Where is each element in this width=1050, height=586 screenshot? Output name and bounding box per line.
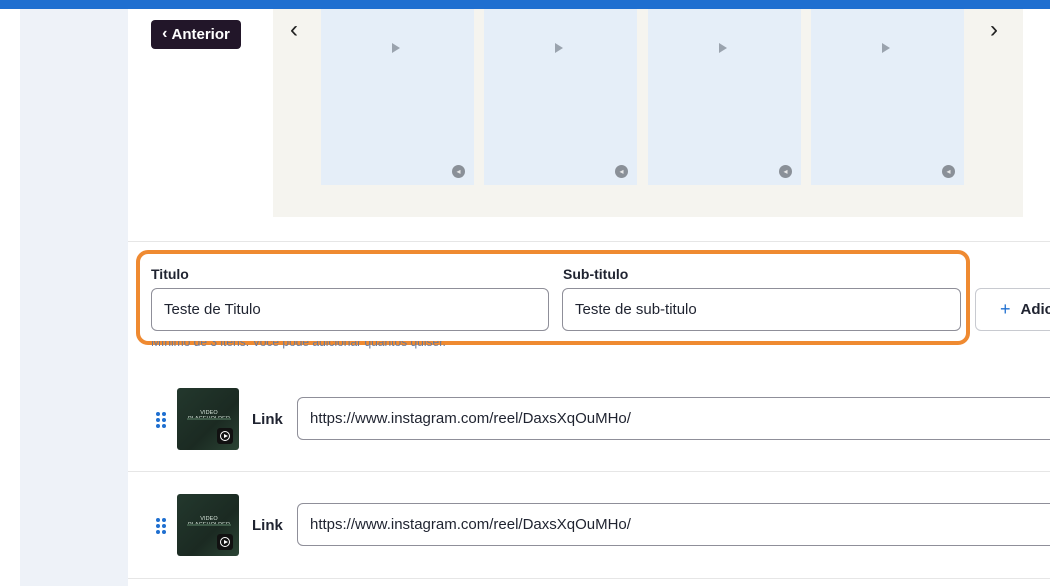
left-panel xyxy=(20,9,128,586)
subtitle-input[interactable] xyxy=(562,288,961,331)
top-bar xyxy=(0,0,1050,9)
add-button[interactable]: + Adic xyxy=(975,288,1050,331)
row-divider xyxy=(128,471,1050,472)
drag-handle-icon[interactable] xyxy=(156,412,168,428)
mute-icon[interactable]: ◂ xyxy=(615,165,628,178)
add-button-label: Adic xyxy=(1020,301,1050,318)
row-divider xyxy=(128,578,1050,579)
title-label: Titulo xyxy=(151,266,189,282)
chevron-left-icon[interactable]: ‹ xyxy=(290,18,298,42)
mute-icon[interactable]: ◂ xyxy=(779,165,792,178)
carousel-video-4[interactable]: ◂ xyxy=(811,9,964,185)
thumbnail-text: VIDEO PLACEHOLDER xyxy=(188,410,230,422)
link-label: Link xyxy=(252,411,283,428)
title-input[interactable] xyxy=(151,288,549,331)
chevron-left-icon: ‹ xyxy=(162,25,168,42)
plus-icon: + xyxy=(1000,299,1011,319)
items-hint-text: Mínimo de 3 itens. Você pode adicionar q… xyxy=(151,341,446,349)
left-edge xyxy=(0,9,20,586)
play-icon[interactable] xyxy=(555,43,563,53)
play-icon xyxy=(217,428,233,444)
video-thumbnail: VIDEO PLACEHOLDER xyxy=(177,388,239,450)
mute-icon[interactable]: ◂ xyxy=(452,165,465,178)
subtitle-label: Sub-titulo xyxy=(563,266,629,282)
carousel-video-3[interactable]: ◂ xyxy=(648,9,801,185)
chevron-right-icon[interactable]: › xyxy=(990,18,998,42)
items-hint: Mínimo de 3 itens. Você pode adicionar q… xyxy=(151,341,446,351)
play-icon[interactable] xyxy=(392,43,400,53)
play-icon xyxy=(217,534,233,550)
video-thumbnail: VIDEO PLACEHOLDER xyxy=(177,494,239,556)
carousel-video-1[interactable]: ◂ xyxy=(321,9,474,185)
section-divider xyxy=(128,241,1050,242)
carousel-video-2[interactable]: ◂ xyxy=(484,9,637,185)
play-icon[interactable] xyxy=(882,43,890,53)
previous-button[interactable]: ‹ Anterior xyxy=(151,20,241,49)
previous-button-label: Anterior xyxy=(171,26,230,43)
drag-handle-icon[interactable] xyxy=(156,518,168,534)
thumbnail-text: VIDEO PLACEHOLDER xyxy=(188,516,230,528)
mute-icon[interactable]: ◂ xyxy=(942,165,955,178)
link-input[interactable] xyxy=(297,503,1050,546)
link-input[interactable] xyxy=(297,397,1050,440)
link-label: Link xyxy=(252,517,283,534)
play-icon[interactable] xyxy=(719,43,727,53)
